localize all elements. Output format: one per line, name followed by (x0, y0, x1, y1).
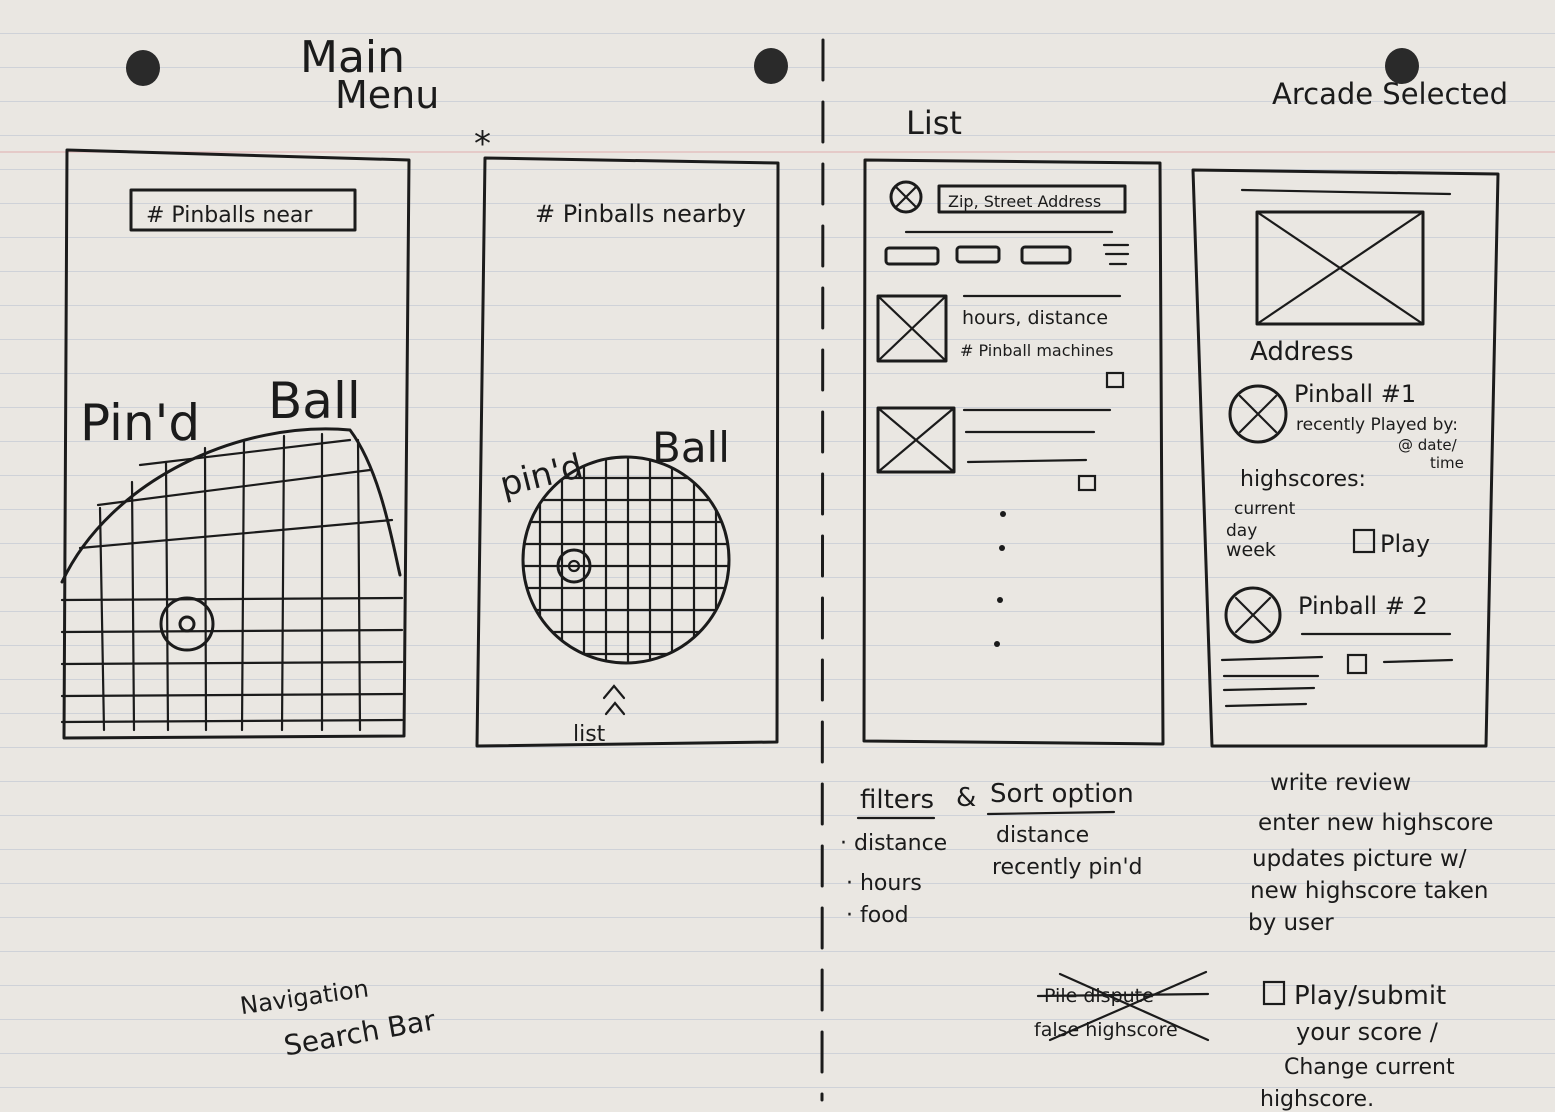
nearby-header: # Pinballs nearby (535, 200, 746, 228)
screen-nearby: # Pinballs nearby pin'd Ball list (475, 156, 780, 748)
play-button[interactable]: Play (1380, 530, 1430, 558)
address-search-text: Zip, Street Address (948, 192, 1101, 211)
page-divider (820, 38, 825, 1102)
screen-list: Zip, Street Address hours, distance # Pi… (862, 158, 1165, 746)
highscore-day: day (1226, 521, 1257, 541)
arcade-address: Address (1250, 337, 1354, 367)
logo-pind: Pin'd (80, 394, 200, 452)
recently-played-label: recently Played by: (1296, 415, 1458, 435)
sort-recently-pind: recently pin'd (992, 855, 1142, 880)
sort-menu-icon[interactable] (1102, 243, 1130, 266)
filter-chip[interactable] (884, 246, 940, 266)
logo-pind: pin'd (496, 446, 587, 505)
sort-distance: distance (996, 823, 1089, 848)
note-play-submit: Play/submit (1294, 981, 1446, 1011)
note-updates-picture: updates picture w/ (1252, 846, 1467, 872)
note-change-current: Change current (1284, 1055, 1455, 1080)
amp-sign: & (956, 783, 976, 813)
highscore-current: current (1234, 499, 1296, 519)
swipe-up-chevron-icon (604, 701, 626, 716)
played-time: time (1430, 454, 1464, 472)
note-highscore: highscore. (1260, 1087, 1374, 1112)
arcade-name-line (1240, 188, 1452, 196)
wireframe-sketch: Main Menu * List Arcade Selected # Pinba… (0, 32, 1555, 1112)
map-grid (60, 427, 404, 732)
notes-left: Navigation Search Bar (238, 974, 438, 1062)
add-icon[interactable] (1105, 371, 1125, 389)
sort-header: Sort option (990, 779, 1134, 809)
list-title: List (906, 104, 962, 142)
location-marker-dot (178, 615, 196, 633)
ellipsis-dot (1000, 511, 1006, 517)
ellipsis-dot (997, 597, 1003, 603)
note-enter-highscore: enter new highscore (1258, 810, 1493, 836)
notes-crossed-out: Pile dispute false highscore (1034, 970, 1210, 1042)
highscores-label: highscores: (1240, 467, 1366, 492)
list-item-hours-distance: hours, distance (962, 307, 1108, 329)
swipe-list-label[interactable]: list (573, 722, 606, 747)
notes-play: Play/submit your score / Change current … (1260, 980, 1455, 1112)
swipe-up-chevron-icon (602, 684, 626, 700)
ellipsis-dot (994, 641, 1000, 647)
list-item[interactable] (876, 406, 1112, 492)
filter-chip[interactable] (1020, 245, 1072, 265)
logo-ball: Ball (268, 372, 361, 430)
filters-header: filters (860, 785, 934, 815)
note-search-bar: Search Bar (281, 1003, 438, 1062)
notes-filters: filters & Sort option · distance · hours… (840, 779, 1142, 928)
note-your-score: your score / (1296, 1018, 1439, 1046)
search-box-text: # Pinballs near (146, 203, 313, 228)
note-write-review: write review (1270, 770, 1411, 796)
add-icon[interactable] (1077, 474, 1097, 492)
note-new-highscore-taken: new highscore taken (1250, 878, 1488, 904)
play-add-icon (1262, 980, 1286, 1006)
screen-main-menu-map: # Pinballs near Pin'd Ball (60, 148, 411, 740)
list-item[interactable]: hours, distance # Pinball machines (876, 294, 1125, 389)
play-add-icon[interactable] (1352, 528, 1376, 554)
main-menu-title-line2: Menu (335, 73, 439, 117)
ellipsis-dot (999, 545, 1005, 551)
played-date: @ date/ (1398, 436, 1458, 454)
filter-hours: · hours (846, 871, 922, 896)
filter-food: · food (846, 903, 909, 928)
pinball-2-name[interactable]: Pinball # 2 (1298, 592, 1428, 620)
list-item-machines: # Pinball machines (960, 341, 1113, 360)
note-by-user: by user (1248, 910, 1334, 936)
binder-hole (126, 50, 160, 86)
add-icon[interactable] (1346, 653, 1368, 675)
filter-chip[interactable] (955, 245, 1001, 264)
arcade-selected-title: Arcade Selected (1272, 77, 1508, 111)
filter-distance: · distance (840, 831, 947, 856)
notes-review: write review enter new highscore updates… (1248, 770, 1493, 936)
binder-hole (754, 48, 788, 84)
pinball-1-name[interactable]: Pinball #1 (1294, 380, 1416, 408)
highscore-week: week (1226, 539, 1276, 561)
note-navigation: Navigation (238, 974, 370, 1020)
screen-arcade-selected: Address Pinball #1 recently Played by: @… (1191, 168, 1500, 748)
